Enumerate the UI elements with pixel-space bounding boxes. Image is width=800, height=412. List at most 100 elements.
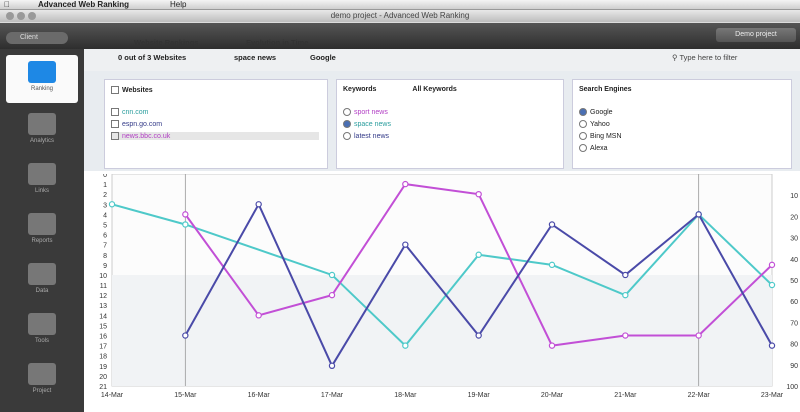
data-point <box>475 251 482 258</box>
analytics-icon <box>28 113 56 135</box>
data-point <box>402 180 409 188</box>
keyword-item[interactable]: latest news <box>343 132 389 140</box>
x-tick-label: 18-Mar <box>394 392 417 399</box>
y-tick-label: 10 <box>99 273 107 280</box>
engine-item[interactable]: Google <box>579 108 613 116</box>
data-point <box>622 291 629 299</box>
ranking-chart: 0123456789101112131415161718192021102030… <box>99 174 798 399</box>
y-tick-label: 16 <box>99 334 107 341</box>
engine-item[interactable]: Yahoo <box>579 120 610 128</box>
mac-menubar:  Advanced Web Ranking Help <box>0 0 800 10</box>
x-tick-label: 22-Mar <box>688 392 711 399</box>
y-tick-label: 17 <box>99 344 107 351</box>
sidebar-item-data[interactable]: Data <box>0 257 84 305</box>
filter-row: 0 out of 3 Websites space news Google <box>98 53 698 65</box>
y-tick-label: 2 <box>103 192 107 199</box>
sidebar-item-project[interactable]: Project <box>0 357 84 405</box>
y-tick-label: 21 <box>99 384 107 391</box>
y-tick-label: 15 <box>99 323 107 330</box>
x-tick-label: 16-Mar <box>248 392 271 399</box>
data-point <box>768 342 776 349</box>
x-tick-label: 15-Mar <box>174 392 197 399</box>
websites-filter[interactable]: 0 out of 3 Websites <box>118 53 186 62</box>
engine-item[interactable]: Alexa <box>579 144 608 152</box>
app-menu[interactable]: Advanced Web Ranking <box>38 0 129 9</box>
data-point <box>475 332 482 339</box>
keywords-panel: Keywords All Keywords sport news space n… <box>336 79 564 169</box>
data-point <box>548 221 556 228</box>
y-right-tick-label: 80 <box>790 342 798 349</box>
search-icon: ⚲ <box>672 53 678 62</box>
sidebar-item-analytics[interactable]: Analytics <box>0 107 84 155</box>
y-tick-label: 18 <box>99 354 107 361</box>
data-point <box>475 190 482 198</box>
data-point <box>622 271 629 279</box>
engine-filter[interactable]: Google <box>310 53 336 62</box>
sidebar-item-ranking[interactable]: Ranking <box>6 55 78 103</box>
bar-chart-icon <box>28 61 56 83</box>
x-tick-label: 19-Mar <box>468 392 491 399</box>
project-icon <box>28 363 56 385</box>
x-tick-label: 14-Mar <box>101 392 124 399</box>
y-right-tick-label: 90 <box>790 363 798 370</box>
select-all-checkbox[interactable] <box>111 86 119 94</box>
data-point <box>768 281 776 289</box>
account-selector[interactable]: Client <box>6 32 68 44</box>
window-title: demo project - Advanced Web Ranking <box>330 11 470 20</box>
filter-search[interactable]: ⚲ Type here to filter <box>672 53 737 62</box>
data-point <box>255 201 262 208</box>
data-icon <box>28 263 56 285</box>
data-point <box>402 342 409 349</box>
toolbar: Client <box>0 23 800 49</box>
data-point <box>622 332 629 339</box>
x-tick-label: 20-Mar <box>541 392 564 399</box>
data-point <box>695 332 702 339</box>
apple-icon[interactable]:  <box>4 0 10 9</box>
tab-website-rankings[interactable]: Website Rankings <box>134 38 198 47</box>
project-button[interactable]: Demo project <box>716 28 796 42</box>
y-right-tick-label: 40 <box>790 257 798 264</box>
x-tick-label: 21-Mar <box>614 392 637 399</box>
y-tick-label: 13 <box>99 303 107 310</box>
data-point <box>328 362 336 370</box>
website-item[interactable]: news.bbc.co.uk <box>111 132 319 140</box>
data-point <box>768 261 776 269</box>
keyword-filter-label[interactable]: All Keywords <box>412 86 456 93</box>
y-right-tick-label: 10 <box>790 193 798 200</box>
search-input[interactable]: Type here to filter <box>679 53 737 62</box>
window-titlebar: demo project - Advanced Web Ranking <box>0 10 800 22</box>
keyword-item[interactable]: sport news <box>343 108 388 116</box>
data-point <box>182 332 189 339</box>
y-tick-label: 0 <box>103 174 107 179</box>
main-area: Website Rankings Evolution in Time 0 out… <box>84 38 800 412</box>
website-item[interactable]: cnn.com <box>111 108 148 116</box>
keyword-filter[interactable]: space news <box>234 53 276 62</box>
engine-item[interactable]: Bing MSN <box>579 132 622 140</box>
sidebar: Ranking Analytics Links Reports Data Too… <box>0 49 84 412</box>
y-right-tick-label: 30 <box>790 236 798 243</box>
tools-icon <box>28 313 56 335</box>
data-point <box>182 211 189 218</box>
x-tick-label: 23-Mar <box>761 392 784 399</box>
tab-evolution[interactable]: Evolution in Time <box>246 38 308 47</box>
website-item[interactable]: espn.go.com <box>111 120 162 128</box>
data-point <box>548 342 556 349</box>
links-icon <box>28 163 56 185</box>
data-point <box>328 291 336 299</box>
data-point <box>402 241 409 248</box>
engines-panel: Search Engines Google Yahoo Bing MSN Ale… <box>572 79 792 169</box>
data-point <box>695 211 702 218</box>
y-tick-label: 4 <box>103 212 107 219</box>
help-menu[interactable]: Help <box>170 0 186 9</box>
websites-panel: Websites cnn.com espn.go.com news.bbc.co… <box>104 79 328 169</box>
y-right-tick-label: 20 <box>790 214 798 221</box>
y-right-tick-label: 100 <box>786 384 798 391</box>
y-tick-label: 14 <box>99 313 107 320</box>
y-right-tick-label: 50 <box>790 278 798 285</box>
sidebar-item-reports[interactable]: Reports <box>0 207 84 255</box>
sidebar-item-links[interactable]: Links <box>0 157 84 205</box>
sidebar-item-tools[interactable]: Tools <box>0 307 84 355</box>
x-tick-label: 17-Mar <box>321 392 344 399</box>
y-right-tick-label: 60 <box>790 299 798 306</box>
keyword-item[interactable]: space news <box>343 120 391 128</box>
